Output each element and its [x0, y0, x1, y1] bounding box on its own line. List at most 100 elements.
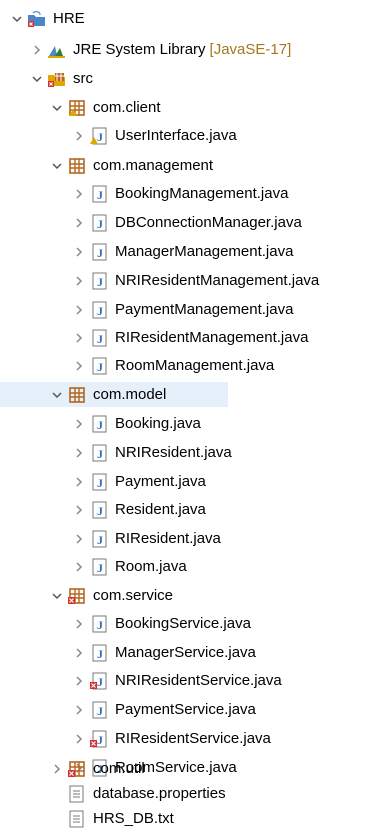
chevron-right-icon[interactable] — [72, 181, 86, 206]
file-label: NRIResident.java — [115, 444, 232, 461]
chevron-right-icon[interactable] — [30, 37, 44, 62]
svg-text:J: J — [97, 618, 103, 632]
java-file-error-icon: J — [89, 729, 109, 749]
tree-item-file[interactable]: J BookingManagement.java — [0, 181, 385, 206]
package-error-icon — [67, 586, 87, 606]
chevron-right-icon[interactable] — [72, 526, 86, 551]
chevron-right-icon[interactable] — [50, 756, 64, 781]
chevron-right-icon[interactable] — [72, 469, 86, 494]
svg-text:J: J — [97, 647, 103, 661]
tree-item-file[interactable]: J BookingService.java — [0, 611, 385, 636]
tree-item-file[interactable]: J PaymentService.java — [0, 697, 385, 722]
svg-text:J: J — [97, 130, 103, 144]
chevron-right-icon[interactable] — [72, 268, 86, 293]
svg-text:J: J — [97, 246, 103, 260]
tree-item-package-com-service[interactable]: com.service — [0, 583, 385, 608]
java-file-icon: J — [89, 643, 109, 663]
file-label: BookingService.java — [115, 615, 251, 632]
chevron-down-icon[interactable] — [30, 66, 44, 91]
chevron-right-icon[interactable] — [72, 210, 86, 235]
svg-text:J: J — [97, 675, 103, 689]
tree-item-file[interactable]: J ManagerManagement.java — [0, 239, 385, 264]
file-label: BookingManagement.java — [115, 185, 289, 202]
package-label: com.management — [93, 157, 214, 174]
tree-item-file[interactable]: J Booking.java — [0, 411, 385, 436]
chevron-right-icon[interactable] — [72, 325, 86, 350]
file-label: RIResident.java — [115, 530, 221, 547]
chevron-down-icon[interactable] — [50, 382, 64, 407]
tree-item-file-userinterface[interactable]: J UserInterface.java — [0, 123, 385, 148]
java-file-icon: J — [89, 557, 109, 577]
tree-item-src[interactable]: src — [0, 66, 385, 91]
chevron-right-icon[interactable] — [72, 497, 86, 522]
file-label: RIResidentManagement.java — [115, 329, 309, 346]
file-label: NRIResidentManagement.java — [115, 272, 320, 289]
chevron-right-icon[interactable] — [72, 239, 86, 264]
package-error-icon — [67, 759, 87, 779]
chevron-right-icon[interactable] — [72, 611, 86, 636]
package-label: com.model — [93, 386, 167, 403]
tree-item-file[interactable]: J Room.java — [0, 554, 385, 579]
chevron-right-icon[interactable] — [72, 726, 86, 751]
chevron-right-icon[interactable] — [72, 297, 86, 322]
svg-text:J: J — [97, 418, 103, 432]
package-label: com.util — [93, 760, 145, 777]
chevron-down-icon[interactable] — [50, 95, 64, 120]
project-explorer-tree: HRE JRE System Library [JavaSE-17] src c… — [0, 0, 385, 833]
svg-text:J: J — [97, 733, 103, 747]
src-label: src — [73, 70, 93, 87]
svg-text:J: J — [97, 504, 103, 518]
chevron-down-icon[interactable] — [50, 153, 64, 178]
svg-text:J: J — [97, 188, 103, 202]
tree-item-jre-library[interactable]: JRE System Library [JavaSE-17] — [0, 37, 385, 62]
file-label: Payment.java — [115, 473, 206, 490]
svg-text:J: J — [97, 533, 103, 547]
jre-version-decoration: [JavaSE-17] — [209, 41, 292, 58]
svg-text:J: J — [97, 704, 103, 718]
chevron-right-icon[interactable] — [72, 697, 86, 722]
tree-item-file[interactable]: J RIResidentManagement.java — [0, 325, 385, 350]
chevron-right-icon[interactable] — [72, 640, 86, 665]
tree-item-file[interactable]: J NRIResidentService.java — [0, 668, 385, 693]
svg-text:J: J — [97, 476, 103, 490]
tree-item-package-com-util[interactable]: com.util — [0, 756, 385, 781]
library-icon — [47, 40, 67, 60]
java-file-icon: J — [89, 184, 109, 204]
tree-item-project-hre[interactable]: HRE — [0, 6, 385, 31]
java-file-icon: J — [89, 614, 109, 634]
tree-item-file[interactable]: J RoomManagement.java — [0, 353, 385, 378]
chevron-right-icon[interactable] — [72, 554, 86, 579]
file-label: RIResidentService.java — [115, 730, 271, 747]
tree-item-file-database-properties[interactable]: database.properties — [0, 781, 385, 806]
svg-text:J: J — [97, 304, 103, 318]
svg-text:J: J — [97, 217, 103, 231]
chevron-right-icon[interactable] — [72, 353, 86, 378]
chevron-down-icon[interactable] — [50, 583, 64, 608]
tree-item-file[interactable]: J PaymentManagement.java — [0, 297, 385, 322]
java-file-icon: J — [89, 500, 109, 520]
chevron-right-icon[interactable] — [72, 123, 86, 148]
tree-item-file[interactable]: J NRIResidentManagement.java — [0, 268, 385, 293]
tree-item-file[interactable]: J ManagerService.java — [0, 640, 385, 665]
package-icon — [67, 98, 87, 118]
tree-item-package-com-management[interactable]: com.management — [0, 153, 385, 178]
tree-item-file-hrs-db-txt[interactable]: HRS_DB.txt — [0, 806, 385, 831]
tree-item-file[interactable]: J RIResidentService.java — [0, 726, 385, 751]
java-file-icon: J — [89, 700, 109, 720]
tree-item-file[interactable]: J Resident.java — [0, 497, 385, 522]
tree-item-file[interactable]: J NRIResident.java — [0, 440, 385, 465]
tree-item-file[interactable]: J RIResident.java — [0, 526, 385, 551]
java-file-icon: J — [89, 213, 109, 233]
tree-item-package-com-client[interactable]: com.client — [0, 95, 385, 120]
java-file-icon: J — [89, 443, 109, 463]
tree-item-package-com-model[interactable]: com.model — [0, 382, 228, 407]
chevron-right-icon[interactable] — [72, 668, 86, 693]
svg-text:J: J — [97, 275, 103, 289]
chevron-right-icon[interactable] — [72, 440, 86, 465]
tree-item-file[interactable]: J DBConnectionManager.java — [0, 210, 385, 235]
tree-item-file[interactable]: J Payment.java — [0, 469, 385, 494]
file-label: database.properties — [93, 785, 226, 802]
package-label: com.service — [93, 587, 174, 604]
chevron-right-icon[interactable] — [72, 411, 86, 436]
chevron-down-icon[interactable] — [10, 6, 24, 31]
